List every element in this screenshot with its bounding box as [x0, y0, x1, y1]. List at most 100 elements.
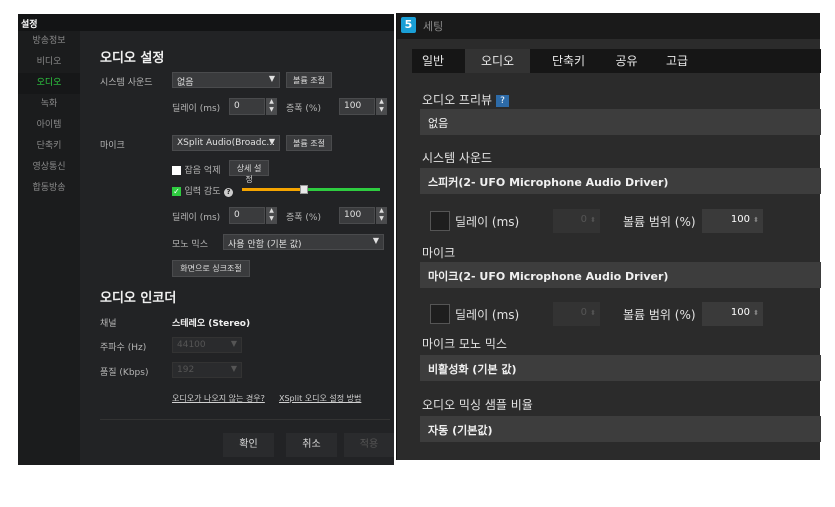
- spinner-icon: ⬍: [590, 216, 596, 224]
- app-logo-icon: 5: [401, 17, 416, 33]
- nav-item-video[interactable]: 비디오: [18, 52, 80, 73]
- slider-thumb[interactable]: [300, 185, 308, 194]
- tab-general[interactable]: 일반: [412, 49, 454, 73]
- nav-item-video-call[interactable]: 영상통신: [18, 157, 80, 178]
- help-icon[interactable]: ?: [496, 94, 510, 107]
- noise-suppress-checkbox[interactable]: [172, 165, 181, 175]
- settings-nav: 방송정보 비디오 오디오 녹화 아이템 단축키 영상통신 합동방송: [18, 31, 80, 465]
- system-delay-label: 딜레이 (ms): [172, 104, 221, 114]
- chevron-down-icon: ▼: [268, 74, 275, 83]
- mic-select[interactable]: XSplit Audio(Broadc... ▼: [172, 135, 280, 151]
- tab-bar: 일반 오디오 단축키 공유 고급: [412, 49, 821, 73]
- tab-shortcuts[interactable]: 단축키: [536, 49, 601, 73]
- nav-item-shortcuts[interactable]: 단축키: [18, 136, 80, 157]
- mic-delay-stepper[interactable]: ▲ ▼: [266, 207, 277, 224]
- volume-value-1: 100: [730, 214, 750, 225]
- system-sound-select[interactable]: 없음 ▼: [172, 72, 280, 88]
- noise-suppress-label: 잡음 억제: [184, 166, 221, 176]
- audio-settings-heading: 오디오 설정: [100, 51, 165, 66]
- channel-value: 스테레오 (Stereo): [172, 319, 251, 329]
- system-sound-select[interactable]: 스피커(2- UFO Microphone Audio Driver): [420, 168, 821, 194]
- quality-select[interactable]: 192 ▼: [172, 362, 242, 378]
- delay-label-1: 딜레이 (ms): [455, 215, 520, 229]
- audio-preview-select[interactable]: 없음: [420, 109, 821, 135]
- no-audio-help-link[interactable]: 오디오가 나오지 않는 경우?: [172, 393, 265, 404]
- mic-label: 마이크: [100, 141, 125, 151]
- cancel-button[interactable]: 취소: [286, 433, 337, 457]
- quality-value: 192: [177, 365, 195, 375]
- settings-dialog-left: 설정 방송정보 비디오 오디오 녹화 아이템 단축키 영상통신 합동방송 오디오…: [18, 14, 394, 465]
- chevron-down-icon: ▼: [230, 364, 237, 373]
- mono-mix-select[interactable]: 사용 안함 (기본 값) ▼: [223, 234, 384, 250]
- mic-mono-mix-select[interactable]: 비활성화 (기본 값): [420, 355, 821, 381]
- apply-button[interactable]: 적용: [344, 433, 394, 457]
- chevron-down-icon: ▼: [372, 236, 379, 245]
- audio-preview-label: 오디오 프리뷰?: [422, 91, 510, 108]
- divider: [100, 419, 390, 420]
- frequency-value: 44100: [177, 340, 206, 350]
- delay-input-1[interactable]: 0 ⬍: [553, 209, 600, 233]
- tab-advanced[interactable]: 고급: [656, 49, 698, 73]
- mono-mix-value: 사용 안함 (기본 값): [228, 240, 302, 250]
- system-delay-stepper[interactable]: ▲ ▼: [266, 98, 277, 115]
- tab-audio[interactable]: 오디오: [465, 49, 530, 73]
- chevron-down-icon: ▼: [230, 339, 237, 348]
- system-gain-stepper[interactable]: ▲ ▼: [376, 98, 387, 115]
- system-sound-label: 시스템 사운드: [422, 151, 493, 165]
- noise-detail-button[interactable]: 상세 설정: [229, 160, 269, 184]
- help-icon: ?: [223, 188, 233, 197]
- volume-range-label-1: 볼륨 범위 (%): [623, 215, 696, 229]
- volume-input-1[interactable]: 100 ⬍: [702, 209, 763, 233]
- audio-encoder-heading: 오디오 인코더: [100, 291, 177, 306]
- nav-item-items[interactable]: 아이템: [18, 115, 80, 136]
- volume-range-label-2: 볼륨 범위 (%): [623, 308, 696, 322]
- mixing-sample-rate-label: 오디오 믹싱 샘플 비율: [422, 398, 533, 412]
- tab-share[interactable]: 공유: [609, 49, 644, 73]
- delay-label-2: 딜레이 (ms): [455, 308, 520, 322]
- settings-dialog-right: 5 세팅 일반 오디오 단축키 공유 고급 오디오 프리뷰? 없음 시스템 사운…: [396, 13, 821, 460]
- spinner-icon: ⬍: [753, 216, 759, 224]
- system-gain-label: 증폭 (%): [286, 104, 321, 114]
- delay-value-2: 0: [580, 307, 587, 318]
- input-sensitivity-checkbox[interactable]: ✓: [172, 186, 181, 196]
- volume-value-2: 100: [730, 307, 750, 318]
- sensitivity-level-fill: [242, 188, 304, 191]
- window-titlebar: 5 세팅: [397, 13, 820, 39]
- volume-input-2[interactable]: 100 ⬍: [702, 302, 763, 326]
- mic-volume-button[interactable]: 볼륨 조절: [286, 135, 332, 151]
- window-title: 세팅: [423, 20, 444, 33]
- mono-mix-label: 모노 믹스: [172, 240, 208, 250]
- mic-delay-input[interactable]: 0: [229, 207, 265, 224]
- system-delay-input[interactable]: 0: [229, 98, 265, 115]
- sync-to-screen-button[interactable]: 화면으로 싱크조절: [172, 260, 250, 277]
- mic-value: XSplit Audio(Broadc...: [177, 138, 276, 148]
- audio-preview-label-text: 오디오 프리뷰: [422, 93, 493, 107]
- spinner-icon: ⬍: [753, 309, 759, 317]
- delay-value-1: 0: [580, 214, 587, 225]
- nav-item-audio[interactable]: 오디오: [18, 73, 80, 94]
- frequency-select[interactable]: 44100 ▼: [172, 337, 242, 353]
- ok-button[interactable]: 확인: [223, 433, 274, 457]
- system-volume-button[interactable]: 볼륨 조절: [286, 72, 332, 88]
- nav-item-broadcast-info[interactable]: 방송정보: [18, 31, 80, 52]
- dialog-title: 설정: [18, 14, 394, 31]
- nav-item-joint-broadcast[interactable]: 합동방송: [18, 178, 80, 199]
- delay-checkbox-2[interactable]: [430, 304, 450, 324]
- chevron-down-icon: ▼: [268, 137, 275, 146]
- mic-gain-stepper[interactable]: ▲ ▼: [376, 207, 387, 224]
- xsplit-audio-guide-link[interactable]: XSplit 오디오 설정 방법: [279, 393, 361, 404]
- input-sensitivity-row: ✓ 입력 감도 ?: [172, 184, 233, 197]
- mic-mono-mix-label: 마이크 모노 믹스: [422, 337, 507, 351]
- system-gain-input[interactable]: 100: [339, 98, 375, 115]
- system-sound-value: 없음: [177, 78, 194, 88]
- mixing-sample-rate-select[interactable]: 자동 (기본값): [420, 416, 821, 442]
- input-sensitivity-slider[interactable]: [242, 185, 380, 194]
- delay-checkbox-1[interactable]: [430, 211, 450, 231]
- mic-delay-label: 딜레이 (ms): [172, 213, 221, 223]
- delay-input-2[interactable]: 0 ⬍: [553, 302, 600, 326]
- system-sound-label: 시스템 사운드: [100, 78, 153, 88]
- spinner-icon: ⬍: [590, 309, 596, 317]
- nav-item-recording[interactable]: 녹화: [18, 94, 80, 115]
- mic-gain-input[interactable]: 100: [339, 207, 375, 224]
- mic-select[interactable]: 마이크(2- UFO Microphone Audio Driver): [420, 262, 821, 288]
